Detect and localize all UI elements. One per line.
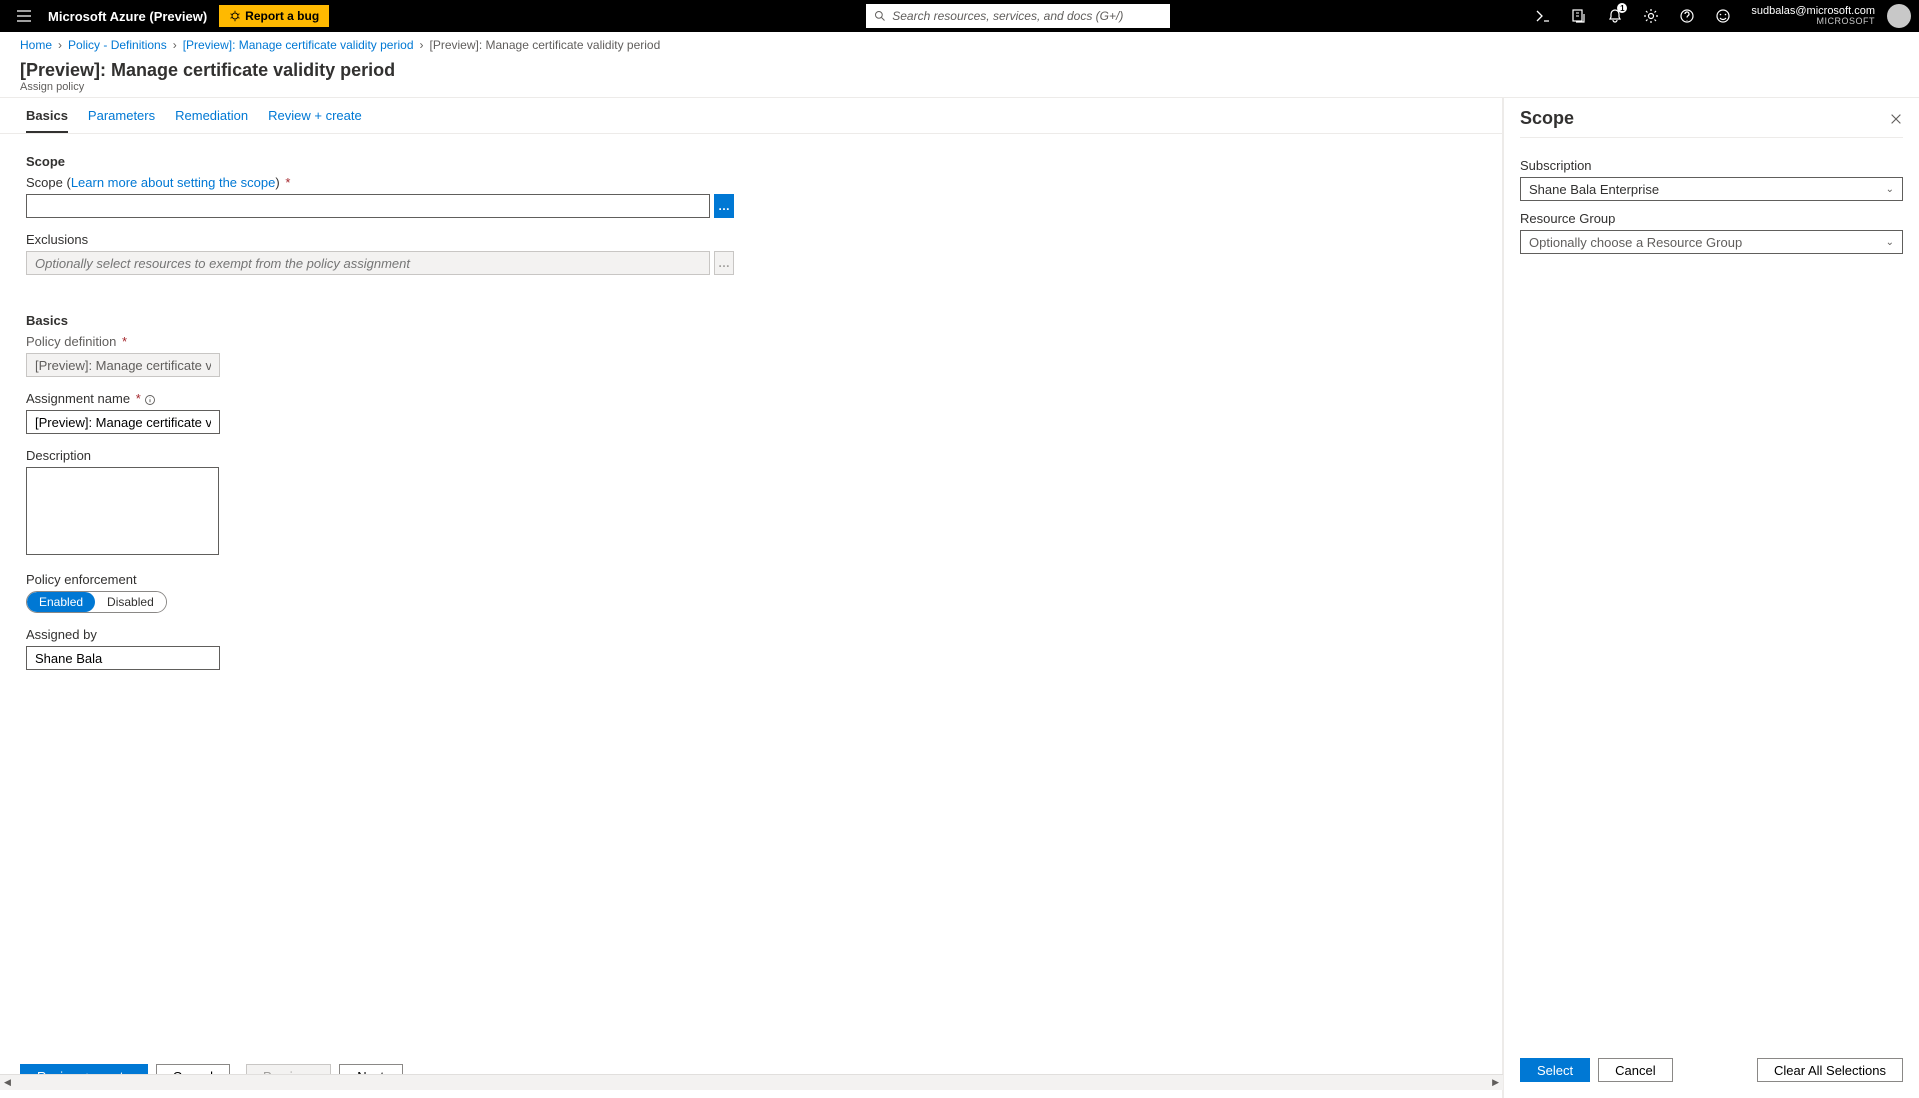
menu-icon[interactable] bbox=[8, 8, 40, 24]
required-indicator: * bbox=[136, 391, 141, 406]
required-indicator: * bbox=[122, 334, 127, 349]
scope-section-label: Scope bbox=[26, 154, 734, 169]
breadcrumb-current: [Preview]: Manage certificate validity p… bbox=[430, 38, 661, 52]
scope-picker-button[interactable]: … bbox=[714, 194, 734, 218]
tab-review[interactable]: Review + create bbox=[268, 108, 362, 133]
account-info[interactable]: sudbalas@microsoft.com MICROSOFT bbox=[1751, 5, 1875, 27]
exclusions-picker-button: … bbox=[714, 251, 734, 275]
breadcrumb-policy[interactable]: Policy - Definitions bbox=[68, 38, 167, 52]
tab-parameters[interactable]: Parameters bbox=[88, 108, 155, 133]
bug-icon bbox=[229, 10, 241, 22]
report-bug-button[interactable]: Report a bug bbox=[219, 5, 329, 27]
resource-group-label: Resource Group bbox=[1520, 211, 1903, 226]
enforcement-toggle: Enabled Disabled bbox=[26, 591, 167, 613]
scope-field-label: Scope (Learn more about setting the scop… bbox=[26, 175, 734, 190]
tabs: Basics Parameters Remediation Review + c… bbox=[0, 98, 1502, 134]
assigned-by-input[interactable] bbox=[26, 646, 220, 670]
description-label: Description bbox=[26, 448, 734, 463]
notification-badge: 1 bbox=[1617, 3, 1627, 13]
breadcrumb: Home › Policy - Definitions › [Preview]:… bbox=[0, 32, 1919, 58]
top-bar: Microsoft Azure (Preview) Report a bug S… bbox=[0, 0, 1919, 32]
avatar[interactable] bbox=[1887, 4, 1911, 28]
assignment-name-input[interactable] bbox=[26, 410, 220, 434]
chevron-down-icon: ⌄ bbox=[1886, 184, 1894, 195]
feedback-icon[interactable] bbox=[1707, 0, 1739, 32]
tab-remediation[interactable]: Remediation bbox=[175, 108, 248, 133]
notifications-icon[interactable]: 1 bbox=[1599, 0, 1631, 32]
policy-def-label: Policy definition * bbox=[26, 334, 734, 349]
brand-label: Microsoft Azure (Preview) bbox=[48, 9, 207, 24]
scope-blade-footer: Select Cancel Clear All Selections bbox=[1504, 1048, 1919, 1098]
tab-basics[interactable]: Basics bbox=[26, 108, 68, 133]
assignment-name-label: Assignment name * bbox=[26, 391, 734, 406]
chevron-right-icon: › bbox=[58, 38, 62, 52]
search-icon bbox=[874, 10, 886, 22]
chevron-right-icon: › bbox=[420, 38, 424, 52]
scope-blade-title: Scope bbox=[1520, 108, 1574, 129]
enforcement-disabled[interactable]: Disabled bbox=[95, 592, 166, 612]
scroll-left-icon[interactable]: ◀ bbox=[4, 1077, 11, 1088]
policy-def-input bbox=[26, 353, 220, 377]
breadcrumb-home[interactable]: Home bbox=[20, 38, 52, 52]
exclusions-label: Exclusions bbox=[26, 232, 734, 247]
account-tenant: MICROSOFT bbox=[1817, 17, 1876, 27]
page-header: [Preview]: Manage certificate validity p… bbox=[0, 58, 1919, 98]
resource-group-dropdown[interactable]: Optionally choose a Resource Group ⌄ bbox=[1520, 230, 1903, 254]
search-input[interactable]: Search resources, services, and docs (G+… bbox=[866, 4, 1170, 28]
report-bug-label: Report a bug bbox=[245, 9, 319, 23]
chevron-down-icon: ⌄ bbox=[1886, 237, 1894, 248]
directory-filter-icon[interactable] bbox=[1563, 0, 1595, 32]
scope-blade: Scope Subscription Shane Bala Enterprise… bbox=[1503, 98, 1919, 1098]
breadcrumb-definition[interactable]: [Preview]: Manage certificate validity p… bbox=[183, 38, 414, 52]
close-icon[interactable] bbox=[1889, 112, 1903, 126]
subscription-value: Shane Bala Enterprise bbox=[1529, 182, 1659, 197]
scope-select-button[interactable]: Select bbox=[1520, 1058, 1590, 1082]
subscription-dropdown[interactable]: Shane Bala Enterprise ⌄ bbox=[1520, 177, 1903, 201]
horizontal-scrollbar[interactable]: ◀ ▶ bbox=[0, 1074, 1503, 1090]
enforcement-label: Policy enforcement bbox=[26, 572, 734, 587]
exclusions-input bbox=[26, 251, 710, 275]
cloud-shell-icon[interactable] bbox=[1527, 0, 1559, 32]
basics-section-label: Basics bbox=[26, 313, 734, 328]
help-icon[interactable] bbox=[1671, 0, 1703, 32]
scope-cancel-button[interactable]: Cancel bbox=[1598, 1058, 1672, 1082]
clear-selections-button[interactable]: Clear All Selections bbox=[1757, 1058, 1903, 1082]
search-placeholder: Search resources, services, and docs (G+… bbox=[892, 9, 1123, 23]
settings-icon[interactable] bbox=[1635, 0, 1667, 32]
scroll-right-icon[interactable]: ▶ bbox=[1492, 1077, 1499, 1088]
subscription-label: Subscription bbox=[1520, 158, 1903, 173]
scope-input[interactable] bbox=[26, 194, 710, 218]
assigned-by-label: Assigned by bbox=[26, 627, 734, 642]
page-title: [Preview]: Manage certificate validity p… bbox=[20, 60, 1899, 81]
info-icon[interactable] bbox=[144, 394, 156, 406]
resource-group-placeholder: Optionally choose a Resource Group bbox=[1529, 235, 1742, 250]
required-indicator: * bbox=[285, 175, 290, 190]
chevron-right-icon: › bbox=[173, 38, 177, 52]
scope-learn-more-link[interactable]: Learn more about setting the scope bbox=[71, 175, 276, 190]
description-input[interactable] bbox=[26, 467, 219, 555]
page-subtitle: Assign policy bbox=[20, 81, 1899, 93]
enforcement-enabled[interactable]: Enabled bbox=[27, 592, 95, 612]
